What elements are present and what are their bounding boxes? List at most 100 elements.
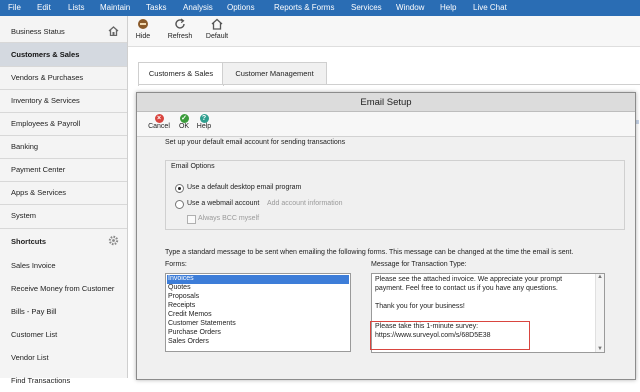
- shortcut-sales-invoice[interactable]: Sales Invoice: [0, 254, 127, 277]
- add-account-link[interactable]: Add account information: [267, 200, 343, 207]
- hide-icon: [138, 19, 148, 29]
- shortcut-customer-list[interactable]: Customer List: [0, 323, 127, 346]
- menu-lists[interactable]: Lists: [68, 3, 84, 12]
- list-item[interactable]: Receipts: [168, 302, 195, 311]
- forms-label: Forms:: [165, 261, 187, 268]
- sidebar-item-apps-services[interactable]: Apps & Services: [0, 181, 127, 204]
- sidebar-item-label: Banking: [11, 142, 39, 151]
- sidebar-item-label: Customers & Sales: [11, 50, 80, 59]
- intro-text: Set up your default email account for se…: [165, 139, 346, 146]
- tab-label: Customer Management: [235, 69, 314, 78]
- sidebar-item-employees-payroll[interactable]: Employees & Payroll: [0, 112, 127, 135]
- shortcut-vendor-list[interactable]: Vendor List: [0, 346, 127, 369]
- checkmark-icon: ✓: [179, 114, 189, 123]
- list-item[interactable]: Credit Memos: [168, 311, 212, 320]
- list-item[interactable]: Quotes: [168, 284, 191, 293]
- sidebar-item-label: Employees & Payroll: [11, 119, 81, 128]
- home-icon: [211, 18, 223, 30]
- ok-button[interactable]: ✓ OK: [177, 113, 191, 130]
- list-item[interactable]: Proposals: [168, 293, 199, 302]
- menu-help[interactable]: Help: [440, 3, 456, 12]
- menu-tasks[interactable]: Tasks: [146, 3, 166, 12]
- message-line: payment. Feel free to contact us if you …: [375, 285, 558, 292]
- forms-list[interactable]: Invoices Quotes Proposals Receipts Credi…: [165, 273, 351, 352]
- dialog-title: Email Setup: [360, 97, 412, 108]
- radio-webmail-label: Use a webmail account: [187, 200, 260, 207]
- sidebar-item-label: Apps & Services: [11, 188, 67, 197]
- radio-desktop-label: Use a default desktop email program: [187, 184, 302, 191]
- message-label: Message for Transaction Type:: [371, 261, 467, 268]
- message-line: Please see the attached invoice. We appr…: [375, 276, 563, 283]
- ok-label: OK: [178, 123, 190, 130]
- list-item[interactable]: Purchase Orders: [168, 329, 221, 338]
- shortcut-label: Find Transactions: [11, 376, 71, 385]
- default-button[interactable]: Default: [203, 18, 231, 40]
- menu-services[interactable]: Services: [351, 3, 382, 12]
- shortcuts-label: Shortcuts: [11, 237, 47, 246]
- message-line: Thank you for your business!: [375, 303, 465, 310]
- menu-reports-forms[interactable]: Reports & Forms: [274, 3, 334, 12]
- sidebar-item-label: Inventory & Services: [11, 96, 80, 105]
- list-item[interactable]: Invoices: [167, 275, 349, 284]
- cancel-icon: ×: [154, 114, 164, 123]
- hide-button[interactable]: Hide: [134, 18, 152, 40]
- menu-live-chat[interactable]: Live Chat: [473, 3, 507, 12]
- radio-desktop-email[interactable]: [175, 184, 184, 193]
- tab-customers-sales[interactable]: Customers & Sales: [138, 62, 224, 86]
- sidebar-item-banking[interactable]: Banking: [0, 135, 127, 158]
- gear-icon[interactable]: [108, 235, 119, 246]
- menu-analysis[interactable]: Analysis: [183, 3, 213, 12]
- shortcut-find-transactions[interactable]: Find Transactions: [0, 369, 127, 392]
- tab-label: Customers & Sales: [148, 69, 214, 78]
- sidebar-item-label: Business Status: [11, 27, 65, 36]
- email-setup-dialog: Email Setup × Cancel ✓ OK ? Help Set up …: [136, 92, 636, 380]
- standard-message-text: Type a standard message to be sent when …: [165, 249, 574, 256]
- toolbar: Hide Refresh Default: [128, 16, 640, 47]
- sidebar-item-vendors-purchases[interactable]: Vendors & Purchases: [0, 66, 127, 89]
- scroll-up-icon[interactable]: ▲: [597, 274, 603, 280]
- tab-divider: [138, 84, 640, 85]
- scroll-down-icon[interactable]: ▼: [597, 346, 603, 352]
- cancel-label: Cancel: [148, 123, 170, 130]
- always-bcc-label: Always BCC myself: [198, 215, 260, 222]
- home-icon[interactable]: [108, 26, 119, 36]
- survey-highlight-frame: [370, 321, 530, 350]
- help-icon: ?: [199, 114, 209, 123]
- shortcut-label: Customer List: [11, 330, 58, 339]
- radio-webmail[interactable]: [175, 200, 184, 209]
- hide-label: Hide: [135, 33, 151, 40]
- list-item[interactable]: Customer Statements: [168, 320, 236, 329]
- sidebar-item-customers-sales[interactable]: Customers & Sales: [0, 43, 127, 66]
- help-button[interactable]: ? Help: [195, 113, 213, 130]
- shortcut-label: Vendor List: [11, 353, 49, 362]
- shortcuts-header: Shortcuts: [0, 230, 127, 253]
- help-label: Help: [196, 123, 212, 130]
- sidebar-item-system[interactable]: System: [0, 204, 127, 227]
- shortcut-label: Bills - Pay Bill: [11, 307, 57, 316]
- tab-customer-management[interactable]: Customer Management: [222, 62, 327, 85]
- cancel-button[interactable]: × Cancel: [147, 113, 171, 130]
- sidebar-item-label: Payment Center: [11, 165, 66, 174]
- always-bcc-checkbox[interactable]: [187, 215, 196, 224]
- menu-file[interactable]: File: [8, 3, 21, 12]
- shortcut-receive-money[interactable]: Receive Money from Customer: [0, 277, 127, 300]
- shortcut-pay-bill[interactable]: Bills - Pay Bill: [0, 300, 127, 323]
- sidebar-item-inventory-services[interactable]: Inventory & Services: [0, 89, 127, 112]
- default-label: Default: [205, 33, 229, 40]
- menu-bar: File Edit Lists Maintain Tasks Analysis …: [0, 0, 640, 16]
- sidebar-item-payment-center[interactable]: Payment Center: [0, 158, 127, 181]
- message-scrollbar[interactable]: ▲ ▼: [595, 274, 604, 352]
- sidebar: Business Status Customers & Sales Vendor…: [0, 16, 128, 385]
- shortcut-label: Receive Money from Customer: [11, 284, 115, 293]
- dialog-title-bar: Email Setup: [137, 93, 635, 112]
- refresh-label: Refresh: [167, 33, 193, 40]
- sidebar-item-label: Vendors & Purchases: [11, 73, 84, 82]
- menu-maintain[interactable]: Maintain: [100, 3, 130, 12]
- refresh-button[interactable]: Refresh: [166, 18, 194, 40]
- menu-window[interactable]: Window: [396, 3, 424, 12]
- menu-edit[interactable]: Edit: [37, 3, 51, 12]
- list-item[interactable]: Sales Orders: [168, 338, 209, 347]
- menu-options[interactable]: Options: [227, 3, 255, 12]
- sidebar-item-label: System: [11, 211, 37, 220]
- sidebar-item-business-status[interactable]: Business Status: [0, 20, 127, 43]
